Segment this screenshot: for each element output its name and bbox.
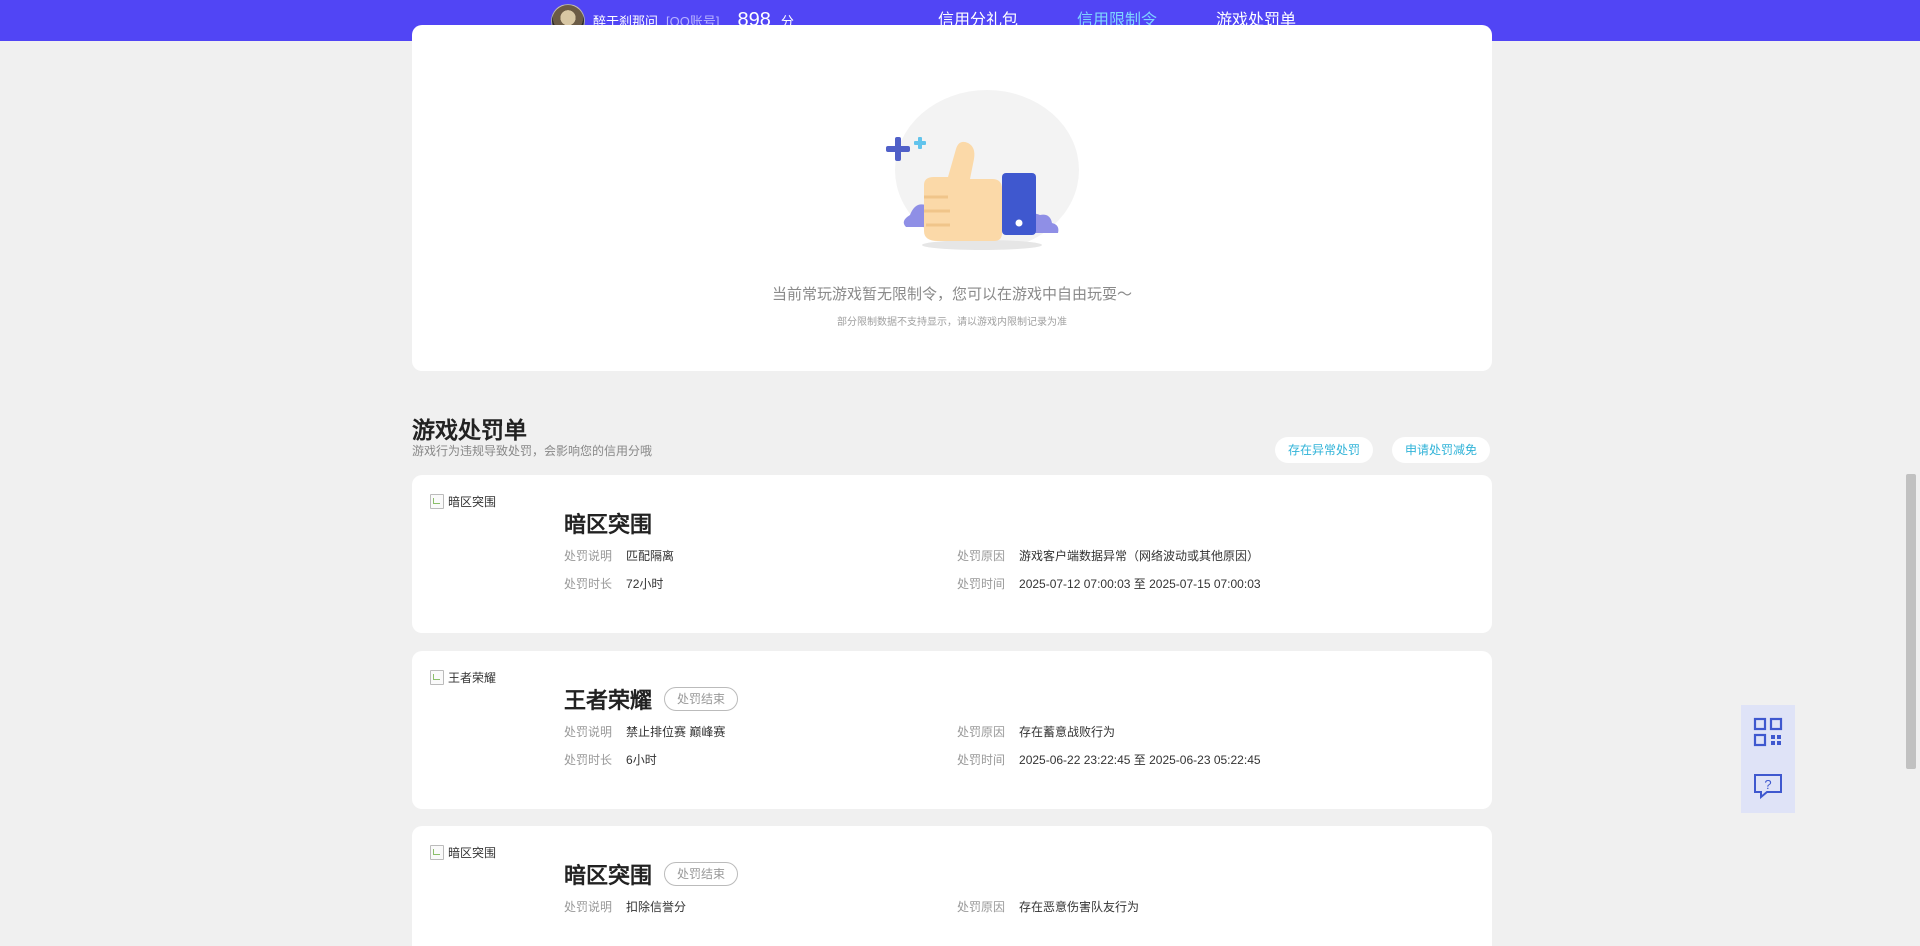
page-scrollbar[interactable] <box>1903 41 1920 921</box>
section-subtitle: 游戏行为违规导致处罚，会影响您的信用分哦 <box>412 444 653 458</box>
game-name: 王者荣耀 <box>564 688 653 713</box>
penalty-reason-row: 处罚原因 游戏客户端数据异常（网络波动或其他原因） <box>957 547 1259 564</box>
feedback-button[interactable]: ? <box>1741 759 1795 813</box>
penalty-duration-row: 处罚时长 72小时 <box>564 575 663 592</box>
penalty-reason-value: 存在恶意伤害队友行为 <box>1019 900 1140 914</box>
penalty-time-label: 处罚时间 <box>957 577 1006 591</box>
penalty-time-row: 处罚时间 2025-06-22 23:22:45 至 2025-06-23 05:… <box>957 751 1261 768</box>
qrcode-icon <box>1753 717 1783 747</box>
penalty-time-label: 处罚时间 <box>957 753 1006 767</box>
appeal-penalty-button[interactable]: 申请处罚减免 <box>1392 437 1491 463</box>
penalty-duration-row: 处罚时长 6小时 <box>564 751 657 768</box>
game-image-alt: 暗区突围 <box>448 846 497 860</box>
penalty-game-name: 王者荣耀 处罚结束 <box>564 683 739 715</box>
penalty-reason-value: 存在蓄意战败行为 <box>1019 725 1116 739</box>
penalty-duration-label: 处罚时长 <box>564 577 613 591</box>
penalty-desc-label: 处罚说明 <box>564 725 613 739</box>
section-title: 游戏处罚单 <box>412 417 527 443</box>
game-image: 暗区突围 <box>430 844 496 861</box>
broken-image-icon <box>430 494 444 509</box>
status-badge: 处罚结束 <box>664 687 739 711</box>
penalty-time-value: 2025-06-22 23:22:45 至 2025-06-23 05:22:4… <box>1019 753 1261 767</box>
penalty-desc-row: 处罚说明 禁止排位赛 巅峰赛 <box>564 723 725 740</box>
penalty-reason-row: 处罚原因 存在蓄意战败行为 <box>957 723 1115 740</box>
penalty-time-row: 处罚时间 2025-07-12 07:00:03 至 2025-07-15 07:… <box>957 575 1261 592</box>
svg-text:?: ? <box>1764 777 1771 792</box>
penalty-game-name: 暗区突围 处罚结束 <box>564 858 739 890</box>
penalty-desc-label: 处罚说明 <box>564 549 613 563</box>
game-image-alt: 暗区突围 <box>448 495 497 509</box>
penalty-card: 王者荣耀 王者荣耀 处罚结束 处罚说明 禁止排位赛 巅峰赛 处罚时长 6小时 处罚原… <box>412 651 1492 809</box>
abnormal-penalty-button[interactable]: 存在异常处罚 <box>1275 437 1374 463</box>
penalty-desc-value: 匹配隔离 <box>626 549 675 563</box>
penalty-duration-value: 6小时 <box>626 753 657 767</box>
game-image: 暗区突围 <box>430 493 496 510</box>
game-name: 暗区突围 <box>564 863 653 888</box>
penalty-desc-value: 扣除信誉分 <box>626 900 687 914</box>
feedback-icon: ? <box>1754 774 1782 800</box>
empty-restriction-note: 部分限制数据不支持显示，请以游戏内限制记录为准 <box>837 317 1067 328</box>
penalty-time-value: 2025-07-12 07:00:03 至 2025-07-15 07:00:0… <box>1019 577 1261 591</box>
broken-image-icon <box>430 845 444 860</box>
penalty-game-name: 暗区突围 <box>564 507 652 539</box>
broken-image-icon <box>430 670 444 685</box>
penalty-reason-row: 处罚原因 存在恶意伤害队友行为 <box>957 898 1139 915</box>
thumbs-up-illustration <box>886 90 1079 250</box>
penalty-reason-label: 处罚原因 <box>957 725 1006 739</box>
penalty-duration-value: 72小时 <box>626 577 664 591</box>
penalty-desc-row: 处罚说明 扣除信誉分 <box>564 898 686 915</box>
game-image: 王者荣耀 <box>430 669 496 686</box>
restriction-empty-card: 当前常玩游戏暂无限制令，您可以在游戏中自由玩耍～ 部分限制数据不支持显示，请以游… <box>412 25 1492 371</box>
scrollbar-thumb[interactable] <box>1906 474 1916 769</box>
game-image-alt: 王者荣耀 <box>448 671 497 685</box>
penalty-reason-value: 游戏客户端数据异常（网络波动或其他原因） <box>1019 549 1260 563</box>
penalty-card: 暗区突围 暗区突围 处罚结束 处罚说明 扣除信誉分 处罚原因 存在恶意伤害队友行为 <box>412 826 1492 946</box>
penalty-reason-label: 处罚原因 <box>957 549 1006 563</box>
status-badge: 处罚结束 <box>664 862 739 886</box>
game-name: 暗区突围 <box>564 512 653 537</box>
penalty-desc-value: 禁止排位赛 巅峰赛 <box>626 725 726 739</box>
qrcode-button[interactable] <box>1741 705 1795 759</box>
penalty-card: 暗区突围 暗区突围 处罚说明 匹配隔离 处罚时长 72小时 处罚原因 游戏客户端数据异… <box>412 475 1492 633</box>
empty-restriction-message: 当前常玩游戏暂无限制令，您可以在游戏中自由玩耍～ <box>771 286 1132 303</box>
penalty-desc-row: 处罚说明 匹配隔离 <box>564 547 674 564</box>
penalty-duration-label: 处罚时长 <box>564 753 613 767</box>
penalty-desc-label: 处罚说明 <box>564 900 613 914</box>
penalty-reason-label: 处罚原因 <box>957 900 1006 914</box>
